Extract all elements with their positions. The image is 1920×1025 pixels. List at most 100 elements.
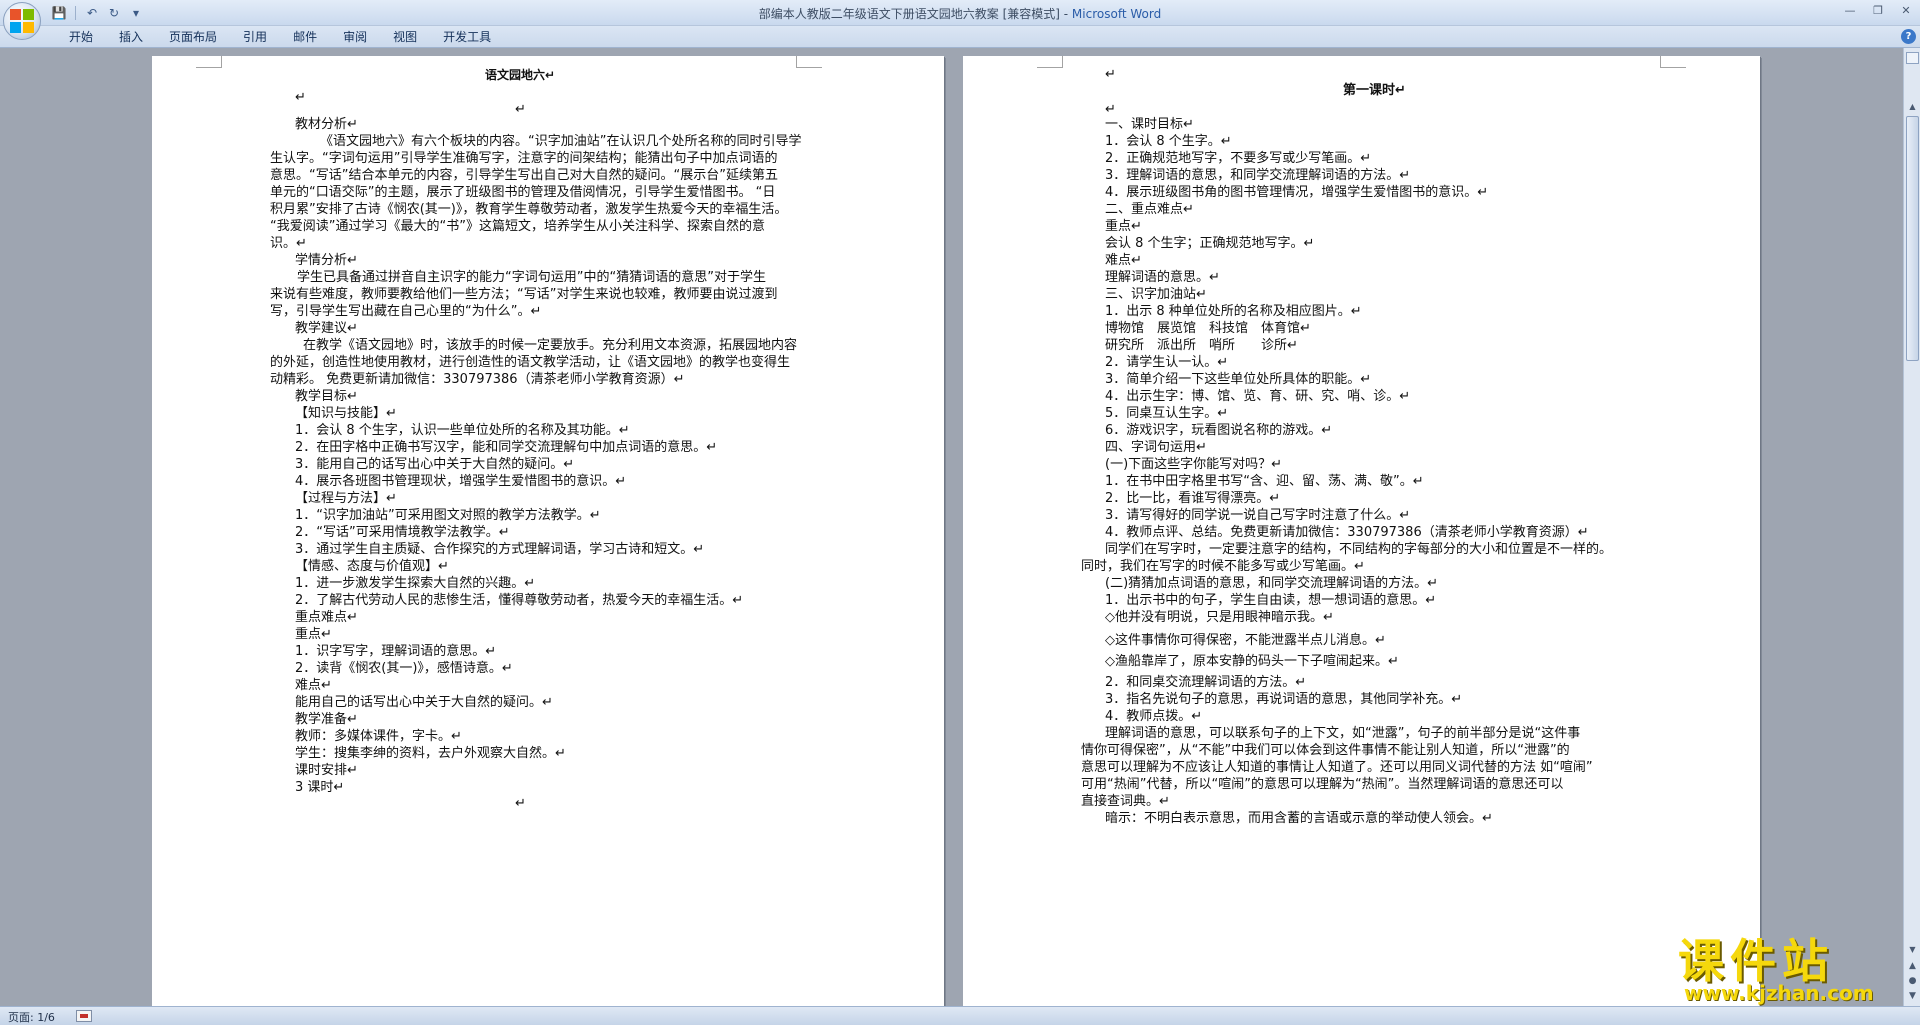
text-line: 教学建议↵ [295, 321, 358, 336]
ribbon-tab[interactable]: 插入 [106, 29, 156, 45]
ribbon-tab[interactable]: 页面布局 [156, 29, 230, 45]
watermark-url: www.kjzhan.com [1684, 981, 1874, 1005]
text-line: (二)猜猜加点词语的意思，和同学交流理解词语的方法。↵ [1105, 576, 1439, 591]
ribbon-tab[interactable]: 开始 [56, 29, 106, 45]
ribbon-tab[interactable]: 视图 [380, 29, 430, 45]
text-line: 2．比一比，看谁写得漂亮。↵ [1105, 491, 1281, 506]
margin-corner-mark [196, 56, 222, 68]
text-line: 意思可以理解为不应该让人知道的事情让人知道了。还可以用同义词代替的方法 如“喧闹… [1081, 760, 1593, 775]
text-line: 2．和同桌交流理解词语的方法。↵ [1105, 675, 1307, 690]
text-line: 4．展示各班图书管理现状，增强学生爱惜图书的意识。↵ [295, 474, 627, 489]
restore-icon[interactable]: ❐ [1864, 0, 1892, 20]
ribbon-tab[interactable]: 审阅 [330, 29, 380, 45]
text-line: 学生：搜集李绅的资料，去户外观察大自然。↵ [295, 746, 566, 761]
document-title: 部编本人教版二年级语文下册语文园地六教案 [兼容模式] - [758, 7, 1072, 21]
margin-corner-mark [796, 56, 822, 68]
text-line: 二、重点难点↵ [1105, 202, 1194, 217]
document-area[interactable]: 语文园地六↵ ↵ ↵ 教材分析↵ 《语文园地六》有六个板块的内容。“识字加油站”在认识几… [0, 48, 1903, 1006]
ribbon-tab[interactable]: 引用 [230, 29, 280, 45]
text-line: ↵ [1105, 67, 1116, 82]
text-line: 1．会认 8 个生字。↵ [1105, 134, 1232, 149]
text-line: 暗示：不明白表示意思，而用含蓄的言语或示意的举动使人领会。↵ [1105, 811, 1493, 826]
text-line: 来说有些难度，教师要教给他们一些方法；“写话”对学生来说也较难，教师要由说过渡到 [270, 287, 778, 302]
text-line: 难点↵ [1105, 253, 1142, 268]
text-line: 5．同桌互认生字。↵ [1105, 406, 1229, 421]
text-line: ↵ [515, 102, 526, 117]
text-line: 可用“热闹”代替，所以“喧闹”的意思可以理解为“热闹”。当然理解词语的意思还可以 [1081, 777, 1564, 792]
view-ruler-icon[interactable] [1906, 52, 1919, 64]
text-line: 教学准备↵ [295, 712, 358, 727]
text-line: 教师：多媒体课件，字卡。↵ [295, 729, 462, 744]
text-line: 【知识与技能】↵ [295, 406, 397, 421]
text-line: “我爱阅读”通过学习《最大的“书”》这篇短文，培养学生从小关注科学、探索自然的意 [270, 219, 765, 234]
text-line: 重点↵ [1105, 219, 1142, 234]
text-line: 3．通过学生自主质疑、合作探究的方式理解词语，学习古诗和短文。↵ [295, 542, 705, 557]
text-line: 一、课时目标↵ [1105, 117, 1194, 132]
text-line: 理解词语的意思，可以联系句子的上下文，如“泄露”，句子的前半部分是说“这件事 [1105, 726, 1581, 741]
status-bar: 页面: 1/6 [0, 1006, 1920, 1025]
text-line: 课时安排↵ [295, 763, 358, 778]
help-icon[interactable]: ? [1901, 29, 1916, 44]
text-line: 动精彩。 免费更新请加微信：330797386（清茶老师小学教育资源）↵ [270, 372, 685, 387]
text-line: 4．展示班级图书角的图书管理情况，增强学生爱惜图书的意识。↵ [1105, 185, 1489, 200]
text-line: 会认 8 个生字；正确规范地写字。↵ [1105, 236, 1315, 251]
text-line: 1．“识字加油站”可采用图文对照的教学方法教学。↵ [295, 508, 601, 523]
scroll-up-icon[interactable]: ▲ [1906, 100, 1919, 113]
document-page-1[interactable]: 语文园地六↵ ↵ ↵ 教材分析↵ 《语文园地六》有六个板块的内容。“识字加油站”在认识几… [152, 56, 944, 1006]
text-line: 生认字。“字词句运用”引导学生准确写字，注意字的间架结构；能猜出句子中加点词语的 [270, 151, 778, 166]
text-line: 在教学《语文园地》时，该放手的时候一定要放手。充分利用文本资源，拓展园地内容 [303, 338, 798, 353]
ribbon-tabs: 开始 插入 页面布局 引用 邮件 审阅 视图 开发工具 [56, 29, 504, 45]
scrollbar-thumb[interactable] [1906, 116, 1919, 361]
text-line: 3．能用自己的话写出心中关于大自然的疑问。↵ [295, 457, 575, 472]
text-line: 学生已具备通过拼音自主识字的能力“字词句运用”中的“猜猜词语的意思”对于学生 [297, 270, 766, 285]
page-count[interactable]: 页面: 1/6 [8, 1009, 55, 1025]
text-line: 教学目标↵ [295, 389, 358, 404]
minimize-icon[interactable]: — [1836, 0, 1864, 20]
text-line: ↵ [1105, 102, 1116, 117]
text-line: 【情感、态度与价值观】↵ [295, 559, 449, 574]
text-line: 3．请写得好的同学说一说自己写字时注意了什么。↵ [1105, 508, 1411, 523]
text-line: ↵ [515, 796, 526, 811]
vertical-scrollbar[interactable]: ▲ ▼ ▲ ● ▼ [1903, 48, 1920, 1006]
close-icon[interactable]: ✕ [1892, 0, 1920, 20]
text-line: 3．简单介绍一下这些单位处所具体的职能。↵ [1105, 372, 1372, 387]
text-line: 4．出示生字：博、馆、览、育、研、究、哨、诊。↵ [1105, 389, 1411, 404]
text-line: 同时，我们在写字的时候不能多写或少写笔画。↵ [1081, 559, 1365, 574]
text-line: 教材分析↵ [295, 117, 358, 132]
text-line: 学情分析↵ [295, 253, 358, 268]
margin-corner-mark [1037, 56, 1063, 68]
text-line: 【过程与方法】↵ [295, 491, 397, 506]
text-line: 三、识字加油站↵ [1105, 287, 1207, 302]
text-line: 3．理解词语的意思，和同学交流理解词语的方法。↵ [1105, 168, 1411, 183]
text-line: 积月累”安排了古诗《悯农(其一)》，教育学生尊敬劳动者，激发学生热爱今天的幸福生… [270, 202, 788, 217]
text-line: 语文园地六↵ [485, 68, 556, 82]
office-button[interactable] [3, 2, 41, 40]
text-line: 1．在书中田字格里书写“含、迎、留、荡、满、敬”。↵ [1105, 474, 1424, 489]
macro-record-icon[interactable] [76, 1010, 92, 1022]
app-name: Microsoft Word [1071, 7, 1162, 21]
text-line: 难点↵ [295, 678, 332, 693]
text-line: 2．正确规范地写字，不要多写或少写笔画。↵ [1105, 151, 1372, 166]
ribbon-tab[interactable]: 邮件 [280, 29, 330, 45]
text-line: 重点难点↵ [295, 610, 358, 625]
text-line: 2．“写话”可采用情境教学法教学。↵ [295, 525, 510, 540]
text-line: 能用自己的话写出心中关于大自然的疑问。↵ [295, 695, 553, 710]
text-line: 1．出示 8 种单位处所的名称及相应图片。↵ [1105, 304, 1362, 319]
text-line: 写，引导学生写出藏在自己心里的“为什么”。↵ [270, 304, 542, 319]
text-line: 四、字词句运用↵ [1105, 440, 1207, 455]
document-page-2[interactable]: ↵ 第一课时↵ ↵ 一、课时目标↵ 1．会认 8 个生字。↵ 2．正确规范地写字，不要多写… [963, 56, 1760, 1006]
text-line: ◇他并没有明说，只是用眼神暗示我。↵ [1105, 610, 1334, 625]
text-line: 《语文园地六》有六个板块的内容。“识字加油站”在认识几个处所名称的同时引导学 [320, 134, 802, 149]
text-line: (一)下面这些字你能写对吗？↵ [1105, 457, 1283, 472]
text-line: ◇渔船靠岸了，原本安静的码头一下子喧闹起来。↵ [1105, 654, 1399, 669]
ribbon-tab[interactable]: 开发工具 [430, 29, 504, 45]
text-line: 4．教师点评、总结。免费更新请加微信：330797386（清茶老师小学教育资源）… [1105, 525, 1589, 540]
text-line: 2．了解古代劳动人民的悲惨生活，懂得尊敬劳动者，热爱今天的幸福生活。↵ [295, 593, 744, 608]
ribbon: 开始 插入 页面布局 引用 邮件 审阅 视图 开发工具 ? [0, 26, 1920, 48]
window-controls: — ❐ ✕ [1836, 0, 1920, 20]
text-line: 2．读背《悯农(其一)》，感悟诗意。↵ [295, 661, 513, 676]
text-line: ◇这件事情你可得保密，不能泄露半点儿消息。↵ [1105, 633, 1386, 648]
text-line: 直接查词典。↵ [1081, 794, 1170, 809]
text-line: 理解词语的意思。↵ [1105, 270, 1220, 285]
text-line: 3 课时↵ [295, 780, 345, 795]
